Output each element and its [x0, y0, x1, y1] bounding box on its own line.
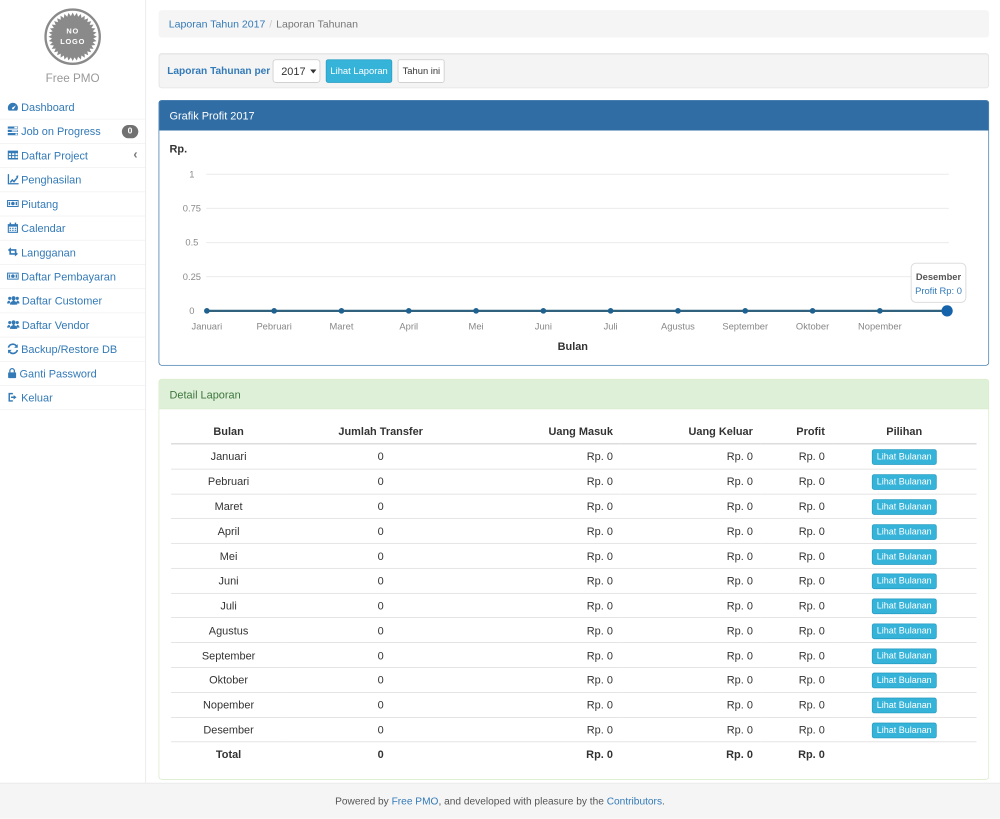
svg-text:0.75: 0.75: [183, 203, 201, 213]
svg-text:0.25: 0.25: [183, 272, 201, 282]
svg-text:Desember: Desember: [916, 272, 962, 282]
svg-text:Juni: Juni: [535, 322, 552, 332]
svg-text:Pebruari: Pebruari: [256, 322, 291, 332]
svg-text:Oktober: Oktober: [796, 322, 829, 332]
svg-text:April: April: [399, 322, 418, 332]
svg-text:September: September: [722, 322, 768, 332]
svg-text:Maret: Maret: [330, 322, 354, 332]
svg-text:Rp.: Rp.: [170, 143, 188, 155]
svg-text:Bulan: Bulan: [558, 341, 588, 353]
svg-text:Agustus: Agustus: [661, 322, 695, 332]
svg-text:1: 1: [189, 169, 194, 179]
svg-text:Nopember: Nopember: [858, 322, 902, 332]
svg-text:0: 0: [189, 306, 194, 316]
svg-text:Juli: Juli: [604, 322, 618, 332]
svg-text:NO: NO: [66, 27, 79, 36]
svg-text:Profit Rp: 0: Profit Rp: 0: [915, 286, 962, 296]
svg-text:LOGO: LOGO: [60, 37, 85, 46]
svg-text:Mei: Mei: [469, 322, 484, 332]
svg-text:0.5: 0.5: [185, 238, 198, 248]
svg-text:Januari: Januari: [192, 322, 223, 332]
